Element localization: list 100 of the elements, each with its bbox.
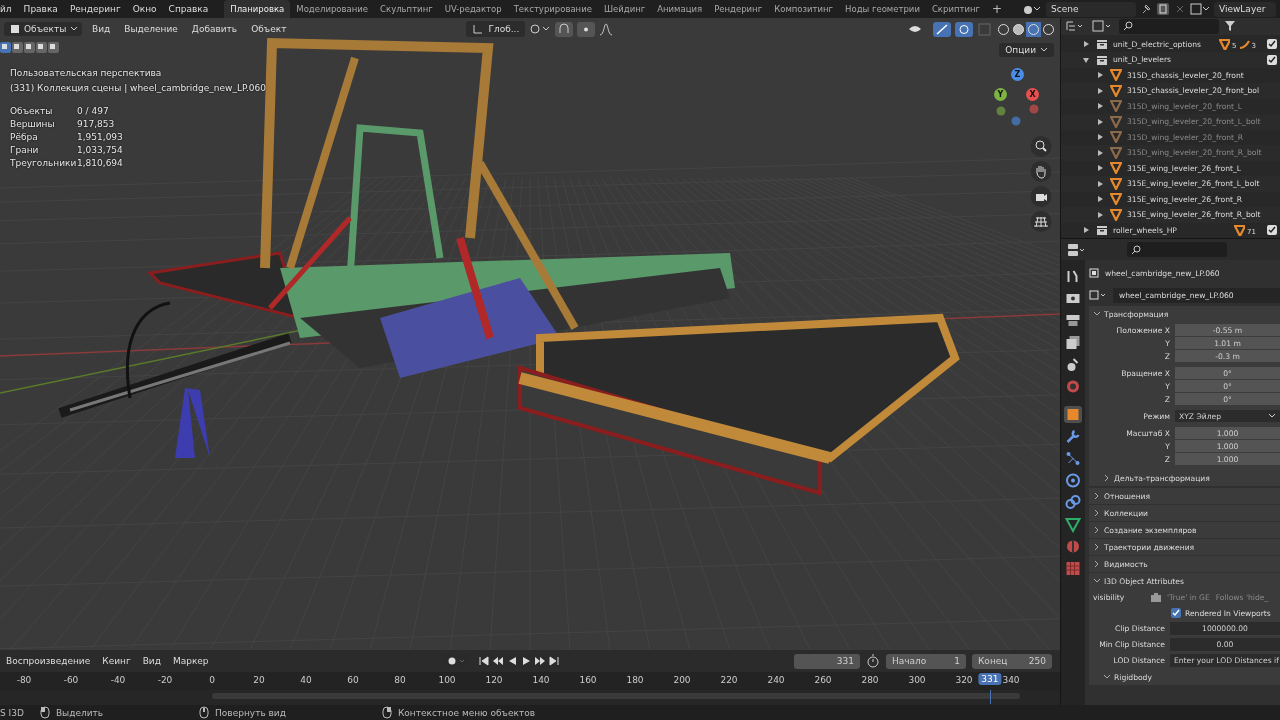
collapsed-arrow-icon[interactable] [1095,70,1105,81]
triangle-icon[interactable] [1064,516,1082,533]
workspace-tab[interactable]: UV-редактор [438,0,508,18]
orientation-dropdown[interactable]: Глоб... [466,21,526,37]
sphere-icon[interactable] [1064,538,1082,555]
menu-item[interactable]: Рендеринг [63,4,127,14]
menu-item[interactable]: Выделение [120,24,182,34]
overlay-toggle-icon[interactable] [955,21,973,37]
start-frame-field[interactable]: Начало 1 [886,653,966,669]
menu-item[interactable]: Правка [17,4,64,14]
current-frame-field[interactable]: 331 [794,653,860,669]
selection-mode-icon[interactable] [36,42,47,53]
scene-field[interactable]: Scene [1046,1,1136,17]
stopwatch-icon[interactable] [866,654,880,668]
menu-item[interactable]: Маркер [168,656,213,666]
object-type-dropdown-icon[interactable] [1089,290,1107,300]
menu-item[interactable]: Воспроизведение [2,656,95,666]
outliner-display-icon[interactable] [1065,19,1085,34]
selection-mode-icon[interactable] [12,42,23,53]
playhead-frame[interactable]: 331 [978,673,1002,685]
checkbox-icon[interactable] [1267,54,1277,65]
pin-icon[interactable] [1140,3,1152,15]
filter-icon[interactable] [1225,20,1235,33]
material-shading-icon[interactable] [1026,21,1041,37]
rendered-shading-icon[interactable] [1041,21,1056,37]
selection-mode-icon[interactable] [48,42,59,53]
workspace-tab[interactable]: Ноды геометрии [839,0,926,18]
workspace-tab[interactable]: Скульптинг [374,0,439,18]
menu-item[interactable]: Окно [126,4,163,14]
globe-icon[interactable] [1064,378,1082,395]
selection-mode-icon[interactable] [0,42,11,53]
end-frame-field[interactable]: Конец 250 [972,653,1052,669]
solid-shading-icon[interactable] [1011,21,1026,37]
menu-item[interactable]: йл [0,4,18,14]
workspace-tab[interactable]: Моделирование [290,0,375,18]
collapsed-arrow-icon[interactable] [1081,39,1091,50]
chevron-right-icon[interactable] [1093,543,1101,551]
workspace-tab[interactable]: Планировка [224,0,291,18]
workspace-tab[interactable]: Текстурирование [507,0,598,18]
collapsed-arrow-icon[interactable] [1095,209,1105,220]
image-stack-icon[interactable] [1190,2,1210,16]
pivot-icon[interactable] [529,22,552,36]
collapsed-arrow-icon[interactable] [1095,132,1105,143]
link-icon[interactable] [1064,494,1082,511]
workspace-tab[interactable]: Анимация [651,0,709,18]
square-icon[interactable] [1064,406,1082,423]
orbit-icon[interactable] [1064,472,1082,489]
add-workspace-button[interactable]: + [985,2,1009,16]
gizmo-toggle-icon[interactable] [933,21,951,37]
chevron-right-icon[interactable] [1093,560,1101,568]
close-icon[interactable] [1174,3,1186,15]
collapsed-arrow-icon[interactable] [1095,147,1105,158]
hand-icon[interactable] [1030,161,1052,182]
menu-item[interactable]: Вид [88,24,115,34]
chevron-right-icon[interactable] [1093,509,1101,517]
workspace-tab[interactable]: Шейдинг [597,0,652,18]
chevron-down-icon[interactable] [1093,577,1101,585]
selection-mode-icon[interactable] [24,42,35,53]
collapsed-arrow-icon[interactable] [1095,178,1105,189]
workspace-tab[interactable]: Рендеринг [708,0,769,18]
chevron-right-icon[interactable] [1093,492,1101,500]
search-field[interactable] [1119,18,1219,34]
collapsed-arrow-icon[interactable] [1095,116,1105,127]
mode-dropdown[interactable]: Объекты [4,22,82,36]
filter-view-icon[interactable] [1091,19,1113,34]
collapsed-arrow-icon[interactable] [1095,163,1105,174]
menu-item[interactable]: Добавить [187,24,242,34]
grid-icon[interactable] [1030,211,1052,232]
chevron-right-icon[interactable] [1093,526,1101,534]
camera-icon[interactable] [1030,186,1052,207]
workspace-tab[interactable]: Композитинг [768,0,840,18]
axis-z-handle[interactable]: Z [1011,68,1024,81]
search-field[interactable] [1127,242,1227,257]
snap-icon[interactable] [555,21,574,37]
proportional-edit-icon[interactable] [577,21,596,37]
chevron-down-icon[interactable] [1103,673,1111,681]
menu-item[interactable]: Кеинг [98,656,135,666]
checkbox-icon[interactable] [1267,39,1277,50]
menu-item[interactable]: Объект [247,24,291,34]
axis-x-handle[interactable]: X [1026,88,1039,101]
menu-item[interactable]: Справка [162,4,215,14]
particles-icon[interactable] [1064,450,1082,467]
wrench-icon[interactable] [1064,428,1082,445]
chevron-down-icon[interactable] [1093,310,1101,318]
checkbox[interactable] [1171,608,1181,618]
editor-type-icon[interactable] [1067,242,1087,257]
menu-item[interactable]: Вид [138,656,165,666]
zoom-icon[interactable] [1030,136,1052,157]
axis-y-handle[interactable]: Y [994,88,1007,101]
falloff-curve-icon[interactable] [599,22,614,36]
checkbox-icon[interactable] [1267,225,1277,236]
checker-icon[interactable] [1064,560,1082,577]
collapsed-arrow-icon[interactable] [1095,194,1105,205]
image-stack-icon[interactable] [1064,334,1082,351]
collapsed-arrow-icon[interactable] [1095,85,1105,96]
collapsed-arrow-icon[interactable] [1081,225,1091,236]
wireframe-shading-icon[interactable] [996,21,1011,37]
copy-icon[interactable] [1156,2,1170,16]
workspace-tab[interactable]: Скриптинг [925,0,986,18]
view-layer-field[interactable]: ViewLayer [1214,1,1276,17]
